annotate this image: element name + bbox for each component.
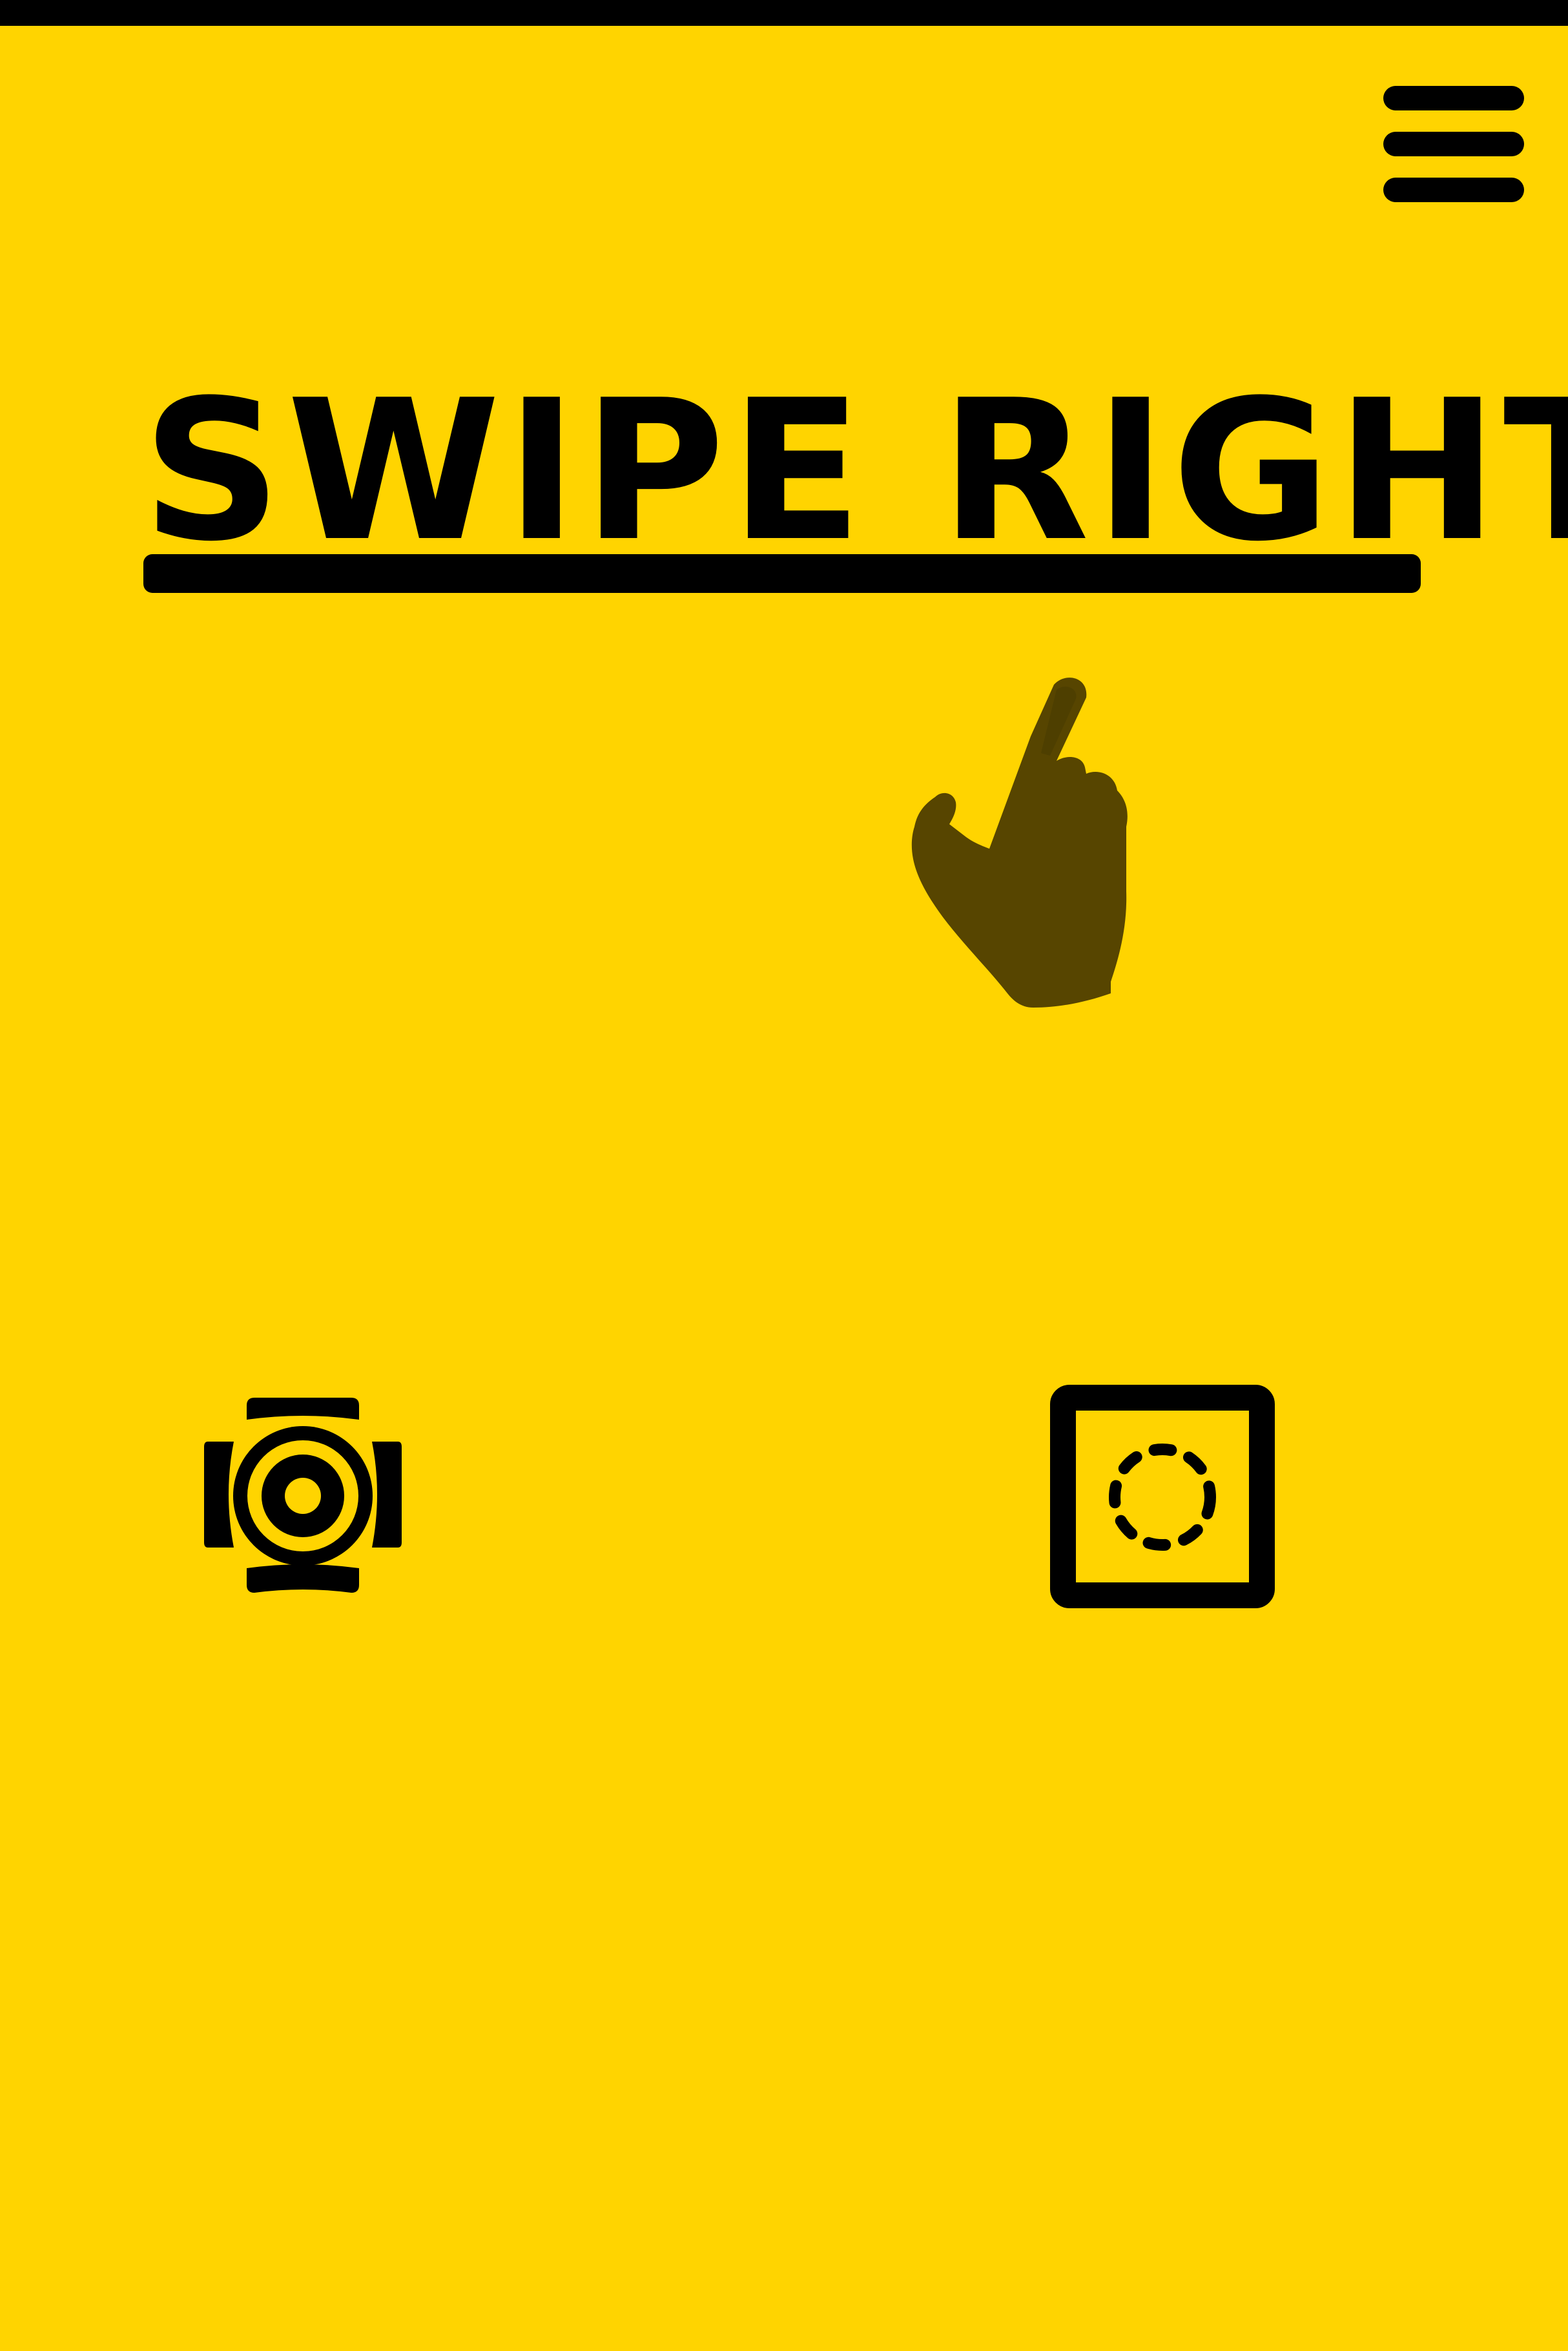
camera-button[interactable] [204, 1395, 402, 1595]
camera-lens-icon [204, 1398, 402, 1593]
gallery-frame-icon [1050, 1385, 1275, 1608]
empty-area [0, 1679, 1568, 2351]
gallery-button[interactable] [1050, 1385, 1275, 1608]
menu-button[interactable] [1382, 83, 1525, 207]
app-screen: SWIPE RIGHT [0, 0, 1568, 2351]
page-title: SWIPE RIGHT [142, 358, 1568, 584]
swipe-hand-icon [911, 678, 1128, 1008]
hamburger-menu-icon-bar [1383, 132, 1524, 156]
title-underline [143, 554, 1421, 593]
hamburger-menu-icon-bar [1383, 178, 1524, 202]
hamburger-menu-icon [1383, 86, 1524, 110]
status-bar [0, 0, 1568, 26]
